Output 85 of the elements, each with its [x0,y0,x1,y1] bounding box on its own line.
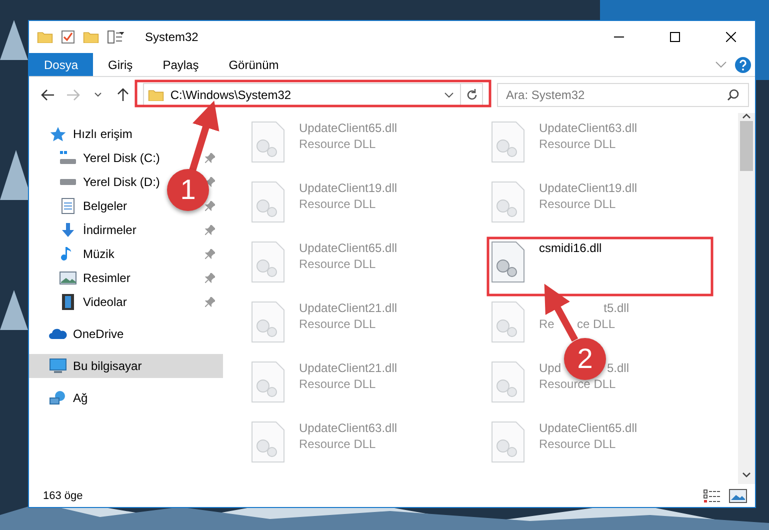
search-field[interactable]: Ara: System32 [497,83,750,107]
file-type: Resource DLL [539,377,617,391]
folder-icon [37,30,53,44]
forward-arrow-icon [66,89,80,101]
dll-file-icon [491,301,525,343]
dll-file-icon [491,421,525,463]
file-type: Resource DLL [539,437,617,451]
sidebar-item[interactable]: Yerel Disk (C:) [29,146,164,170]
star-icon [49,126,67,142]
file-type: Resource DLL [299,437,377,451]
folder-icon [148,88,164,102]
window-title: System32 [145,30,198,44]
file-type: Resource DLL [299,317,377,331]
item-count: 163 öge [43,490,83,502]
download-icon [59,222,77,238]
details-view-icon[interactable] [703,488,721,502]
refresh-icon [466,89,478,101]
dll-file-icon [491,181,525,223]
sidebar-item-label: Müzik [83,247,114,261]
chevron-down-icon[interactable] [444,92,454,98]
document-icon [59,198,77,214]
dll-file-icon [491,241,525,283]
computer-icon [49,358,67,374]
sidebar-item-label: Yerel Disk (C:) [83,151,160,165]
address-bar[interactable]: C:\Windows\System32 [143,83,484,107]
file-type: ce DLL [576,317,615,331]
sidebar-item[interactable]: Resimler [29,266,134,290]
sidebar-item-label: Belgeler [83,199,128,213]
up-arrow-icon [116,88,129,102]
dll-file-icon [251,361,285,403]
back-arrow-icon [40,89,55,101]
dll-file-icon [491,361,525,403]
search-icon [727,89,740,101]
sidebar-item[interactable]: Hızlı erişim [29,122,136,146]
dll-file-icon [251,181,285,223]
file-type: Resource DLL [299,257,377,271]
file-type: Resource DLL [539,197,617,211]
sidebar-item-label: Videolar [83,295,127,309]
scrollbar-thumb[interactable] [740,121,753,171]
cloud-icon [49,326,67,342]
ribbon-tab[interactable]: Dosya [29,53,94,76]
dll-file-icon [491,121,525,163]
properties-icon[interactable] [61,30,75,44]
file-name[interactable]: csmidi16.dll [539,241,602,255]
pictures-icon [59,270,77,286]
ribbon-tab[interactable]: Görünüm [214,53,294,76]
dll-file-icon [251,301,285,343]
ribbon-tab[interactable]: Giriş [93,53,148,76]
sidebar-item[interactable]: Yerel Disk (D:) [29,170,164,194]
sidebar-item[interactable]: OneDrive [29,322,128,346]
sidebar-item-label: Bu bilgisayar [73,359,142,373]
thumbnail-view-icon[interactable] [729,488,747,502]
file-type: Resource DLL [539,137,617,151]
sidebar-item-label: İndirmeler [83,223,136,237]
sidebar-item[interactable]: İndirmeler [29,218,140,242]
drive-icon [59,178,77,186]
new-folder-icon [83,30,99,44]
scroll-up-icon[interactable] [742,113,751,119]
chevron-down-icon [94,92,102,98]
drive-icon [59,150,77,166]
dll-file-icon [251,121,285,163]
sidebar-item[interactable]: Videolar [29,290,131,314]
sidebar-item-label: OneDrive [73,327,124,341]
ribbon-tab[interactable]: Paylaş [148,53,214,76]
scroll-down-icon[interactable] [742,472,751,478]
sidebar-item-label: Hızlı erişim [73,127,132,141]
sidebar-item-label: Yerel Disk (D:) [83,175,160,189]
file-type: Resource DLL [299,137,377,151]
dll-file-icon [251,421,285,463]
maximize-icon [670,32,680,42]
sidebar-item-label: Ağ [73,391,88,405]
close-icon [726,32,736,42]
scrollbar[interactable] [738,113,755,484]
help-icon[interactable] [735,56,751,72]
file-type: Re [539,317,554,331]
film-icon [59,294,77,310]
dll-file-icon [251,241,285,283]
sidebar-item[interactable]: Belgeler [29,194,132,218]
sidebar-item[interactable]: Müzik [29,242,118,266]
file-type: Resource DLL [299,377,377,391]
file-type: Resource DLL [299,197,377,211]
sidebar-item-label: Resimler [83,271,130,285]
sidebar-item[interactable]: Bu bilgisayar [29,354,223,378]
network-icon [49,390,67,406]
sidebar-item[interactable]: Ağ [29,386,92,410]
